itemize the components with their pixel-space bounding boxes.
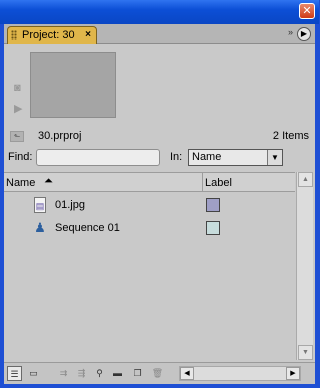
image-file-icon: ▤ bbox=[34, 197, 46, 213]
scroll-down-button[interactable]: ▼ bbox=[298, 345, 313, 360]
automate-to-sequence-icon[interactable]: ⇶ bbox=[74, 366, 89, 381]
sort-ascending-icon[interactable]: ⏶ bbox=[44, 175, 53, 188]
label-color-swatch[interactable] bbox=[206, 198, 220, 212]
item-name: 01.jpg bbox=[55, 199, 85, 211]
vertical-scrollbar[interactable]: ▲ ▼ bbox=[296, 172, 313, 360]
list-rows: ▤ 01.jpg ♟ Sequence 01 bbox=[4, 192, 295, 360]
panel-toolbar: ☰ ▭ ⇉ ⇶ ⚲ ▬ ❐ 🗑 ◀ ▶ bbox=[4, 362, 315, 384]
camera-icon[interactable]: ◙ bbox=[14, 82, 21, 94]
chevron-down-icon[interactable]: ▼ bbox=[267, 150, 282, 165]
preview-thumbnail bbox=[30, 52, 116, 118]
scroll-right-button[interactable]: ▶ bbox=[286, 367, 300, 380]
sequence-icon: ♟ bbox=[34, 220, 46, 235]
panel-overflow-icon[interactable]: » bbox=[288, 27, 293, 37]
scroll-up-button[interactable]: ▲ bbox=[298, 172, 313, 187]
horizontal-scrollbar[interactable]: ◀ ▶ bbox=[179, 366, 301, 381]
item-list: Name ⏶ Label ▤ 01.jpg ♟ Sequence 01 ▲ ▼ bbox=[4, 172, 315, 360]
project-info-row: ⬑ 30.prproj 2 Items bbox=[8, 129, 311, 145]
search-input[interactable] bbox=[36, 149, 160, 166]
icon-view-icon[interactable]: ▭ bbox=[26, 366, 41, 381]
panel-tabstrip: Project: 30 × » ▶ bbox=[4, 24, 315, 44]
item-name: Sequence 01 bbox=[55, 222, 120, 234]
new-item-icon[interactable]: ❐ bbox=[130, 366, 145, 381]
find-row: Find: In: Name ▼ bbox=[8, 149, 311, 167]
list-item[interactable]: ♟ Sequence 01 bbox=[4, 217, 295, 240]
column-header-label[interactable]: Label bbox=[205, 177, 232, 189]
window-titlebar: ✕ bbox=[0, 0, 319, 24]
automate-sequence-icon[interactable]: ⇉ bbox=[56, 366, 71, 381]
list-header: Name ⏶ Label bbox=[4, 172, 295, 192]
list-item[interactable]: ▤ 01.jpg bbox=[4, 194, 295, 217]
parent-folder-icon[interactable]: ⬑ bbox=[10, 131, 24, 142]
find-label: Find: bbox=[8, 151, 33, 163]
window-close-button[interactable]: ✕ bbox=[299, 3, 315, 19]
panel-menu-button[interactable]: ▶ bbox=[297, 27, 311, 41]
in-filter-dropdown[interactable]: Name ▼ bbox=[188, 149, 283, 166]
scroll-left-button[interactable]: ◀ bbox=[180, 367, 194, 380]
play-icon[interactable]: ▶ bbox=[14, 102, 22, 115]
tab-close-button[interactable]: × bbox=[85, 27, 91, 43]
preview-area: ▶ ◙ bbox=[8, 50, 118, 130]
project-panel: Project: 30 × » ▶ ▶ ◙ ⬑ 30.prproj 2 Item… bbox=[4, 24, 315, 384]
item-count: 2 Items bbox=[272, 130, 309, 142]
tab-project[interactable]: Project: 30 × bbox=[7, 26, 97, 44]
in-filter-value: Name bbox=[192, 151, 222, 163]
trash-icon[interactable]: 🗑 bbox=[150, 366, 165, 381]
new-bin-icon[interactable]: ▬ bbox=[110, 366, 125, 381]
column-divider[interactable] bbox=[202, 173, 203, 191]
column-header-name[interactable]: Name bbox=[6, 177, 35, 189]
grip-icon[interactable] bbox=[11, 30, 17, 40]
label-color-swatch[interactable] bbox=[206, 221, 220, 235]
list-view-icon[interactable]: ☰ bbox=[7, 366, 22, 381]
find-icon[interactable]: ⚲ bbox=[92, 366, 107, 381]
in-label: In: bbox=[170, 151, 183, 163]
project-filename: 30.prproj bbox=[38, 130, 82, 142]
tab-project-label: Project: 30 bbox=[22, 29, 75, 41]
